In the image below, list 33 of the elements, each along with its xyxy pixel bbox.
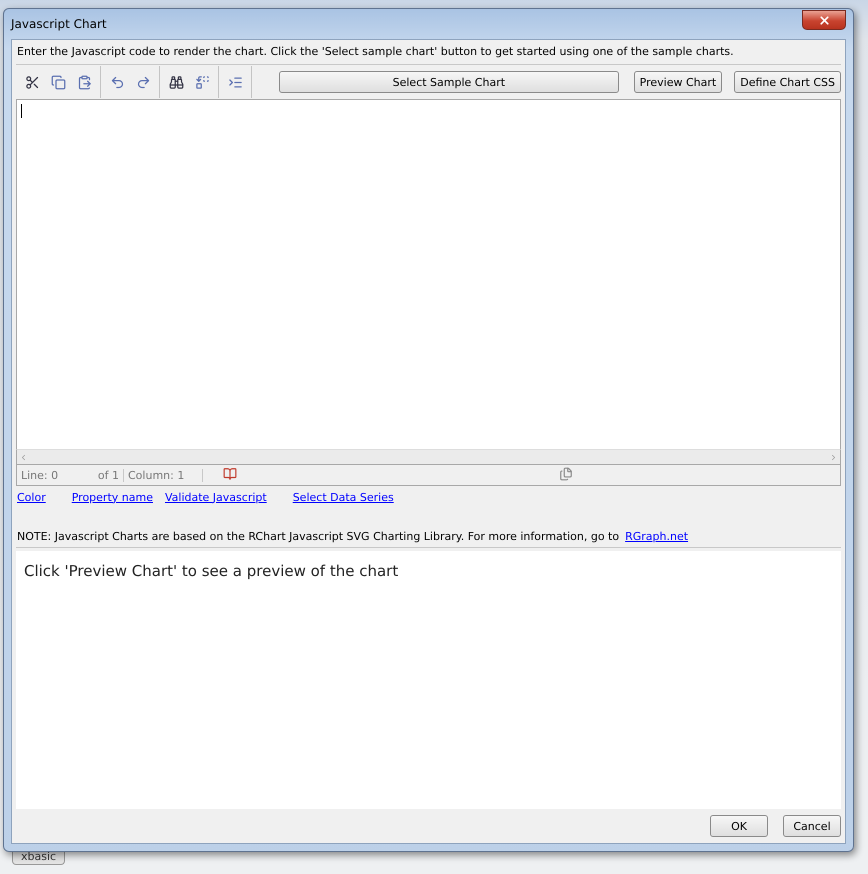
link[interactable]: Property name	[72, 490, 153, 504]
toolbar-button[interactable]: Define Chart CSS	[734, 71, 841, 93]
link[interactable]: RGraph.net	[625, 530, 688, 543]
link[interactable]: Validate Javascript	[164, 490, 267, 504]
note-text: NOTE: Javascript Charts are based on the RChart Javascript SVG Charting Library. For more information, go to	[17, 530, 620, 543]
dialog-button[interactable]: Cancel	[783, 815, 841, 837]
toolbar-button[interactable]: Preview Chart	[634, 71, 722, 93]
instructions-text: Enter the Javascript code to render the chart. Click the 'Select sample chart' button to get started using one of the sample charts.	[16, 40, 841, 65]
cut-icon	[24, 74, 40, 90]
dialog-button[interactable]: OK	[710, 815, 768, 837]
line-count: of 1	[85, 468, 124, 482]
pages-icon[interactable]	[559, 466, 573, 480]
scroll-right-icon	[829, 452, 838, 462]
book-icon[interactable]	[223, 466, 237, 480]
text-cursor	[21, 104, 22, 118]
close-icon	[818, 14, 830, 26]
find-icon	[168, 74, 184, 90]
redo-icon	[136, 74, 150, 90]
window-title: Javascript Chart	[11, 17, 107, 31]
preview-message: Click 'Preview Chart' to see a preview of the chart	[24, 562, 398, 580]
paste-icon	[76, 74, 92, 90]
select-sample-chart-button[interactable]: Select Sample Chart	[279, 71, 619, 93]
column-number: Column: 1	[124, 468, 203, 482]
scroll-left-icon	[19, 452, 28, 462]
undo-icon	[110, 74, 124, 90]
copy-icon	[50, 74, 66, 90]
close-button[interactable]	[802, 10, 846, 30]
indent-icon	[228, 74, 242, 90]
link[interactable]: Select Data Series	[292, 490, 394, 504]
link[interactable]: Color	[17, 490, 46, 504]
replace-icon	[194, 74, 210, 90]
horizontal-scrollbar[interactable]	[16, 449, 841, 465]
line-number: Line: 0	[20, 468, 60, 482]
